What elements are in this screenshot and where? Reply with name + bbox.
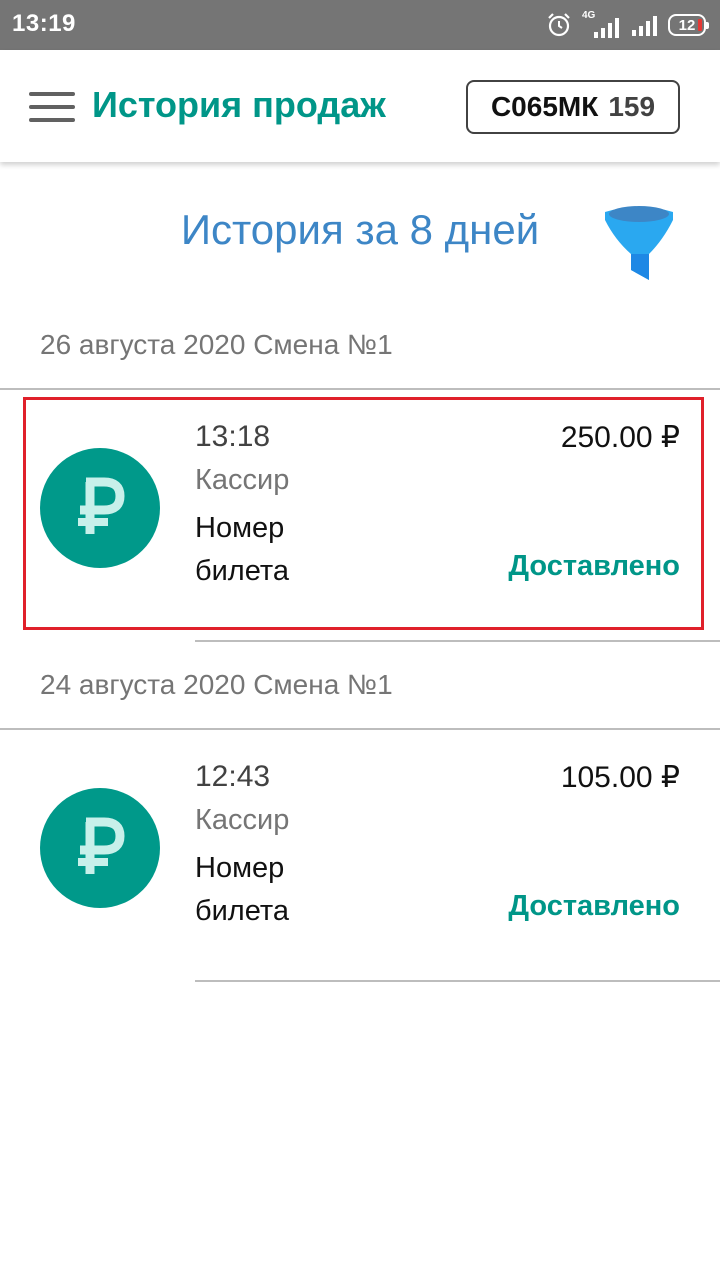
- page-title: История продаж: [92, 84, 386, 125]
- sale-ticket-number: Номер билета: [195, 852, 289, 927]
- signal-4g-icon: 4G: [582, 10, 620, 38]
- sale-time: 13:18: [195, 420, 271, 453]
- app-bar: История продаж С065МК 159: [0, 50, 720, 162]
- status-bar: 13:19 4G 12: [0, 0, 720, 50]
- section-header: 24 августа 2020 Смена №1: [0, 642, 720, 730]
- sale-status: Доставлено: [508, 550, 680, 582]
- signal-icon: [632, 16, 657, 36]
- plate-number: С065МК: [490, 91, 599, 122]
- alarm-icon: [548, 13, 570, 37]
- sale-cashier: Кассир: [195, 804, 290, 836]
- menu-icon[interactable]: [29, 92, 75, 122]
- ruble-icon: [40, 788, 160, 908]
- sale-cashier: Кассир: [195, 464, 290, 496]
- license-plate-badge[interactable]: С065МК 159: [466, 80, 680, 134]
- battery-icon: 12: [668, 14, 709, 36]
- sale-amount: 105.00 ₽: [560, 761, 680, 794]
- sale-ticket-number: Номер билета: [195, 512, 289, 587]
- section-header: 26 августа 2020 Смена №1: [0, 302, 720, 390]
- ruble-icon: [40, 448, 160, 568]
- status-icons: 4G 12: [546, 10, 709, 40]
- sale-list-item[interactable]: 12:43 Кассир Номер билета 105.00 ₽ Доста…: [0, 728, 720, 982]
- sale-status: Доставлено: [508, 890, 680, 922]
- sale-time: 12:43: [195, 760, 271, 793]
- sale-amount: 250.00 ₽: [560, 421, 680, 454]
- plate-region: 159: [608, 91, 656, 122]
- status-time: 13:19: [12, 10, 76, 37]
- battery-level: 12: [678, 16, 696, 34]
- sale-list-item[interactable]: 13:18 Кассир Номер билета 250.00 ₽ Доста…: [0, 388, 720, 642]
- filter-icon[interactable]: [601, 198, 677, 284]
- item-divider: [195, 980, 720, 982]
